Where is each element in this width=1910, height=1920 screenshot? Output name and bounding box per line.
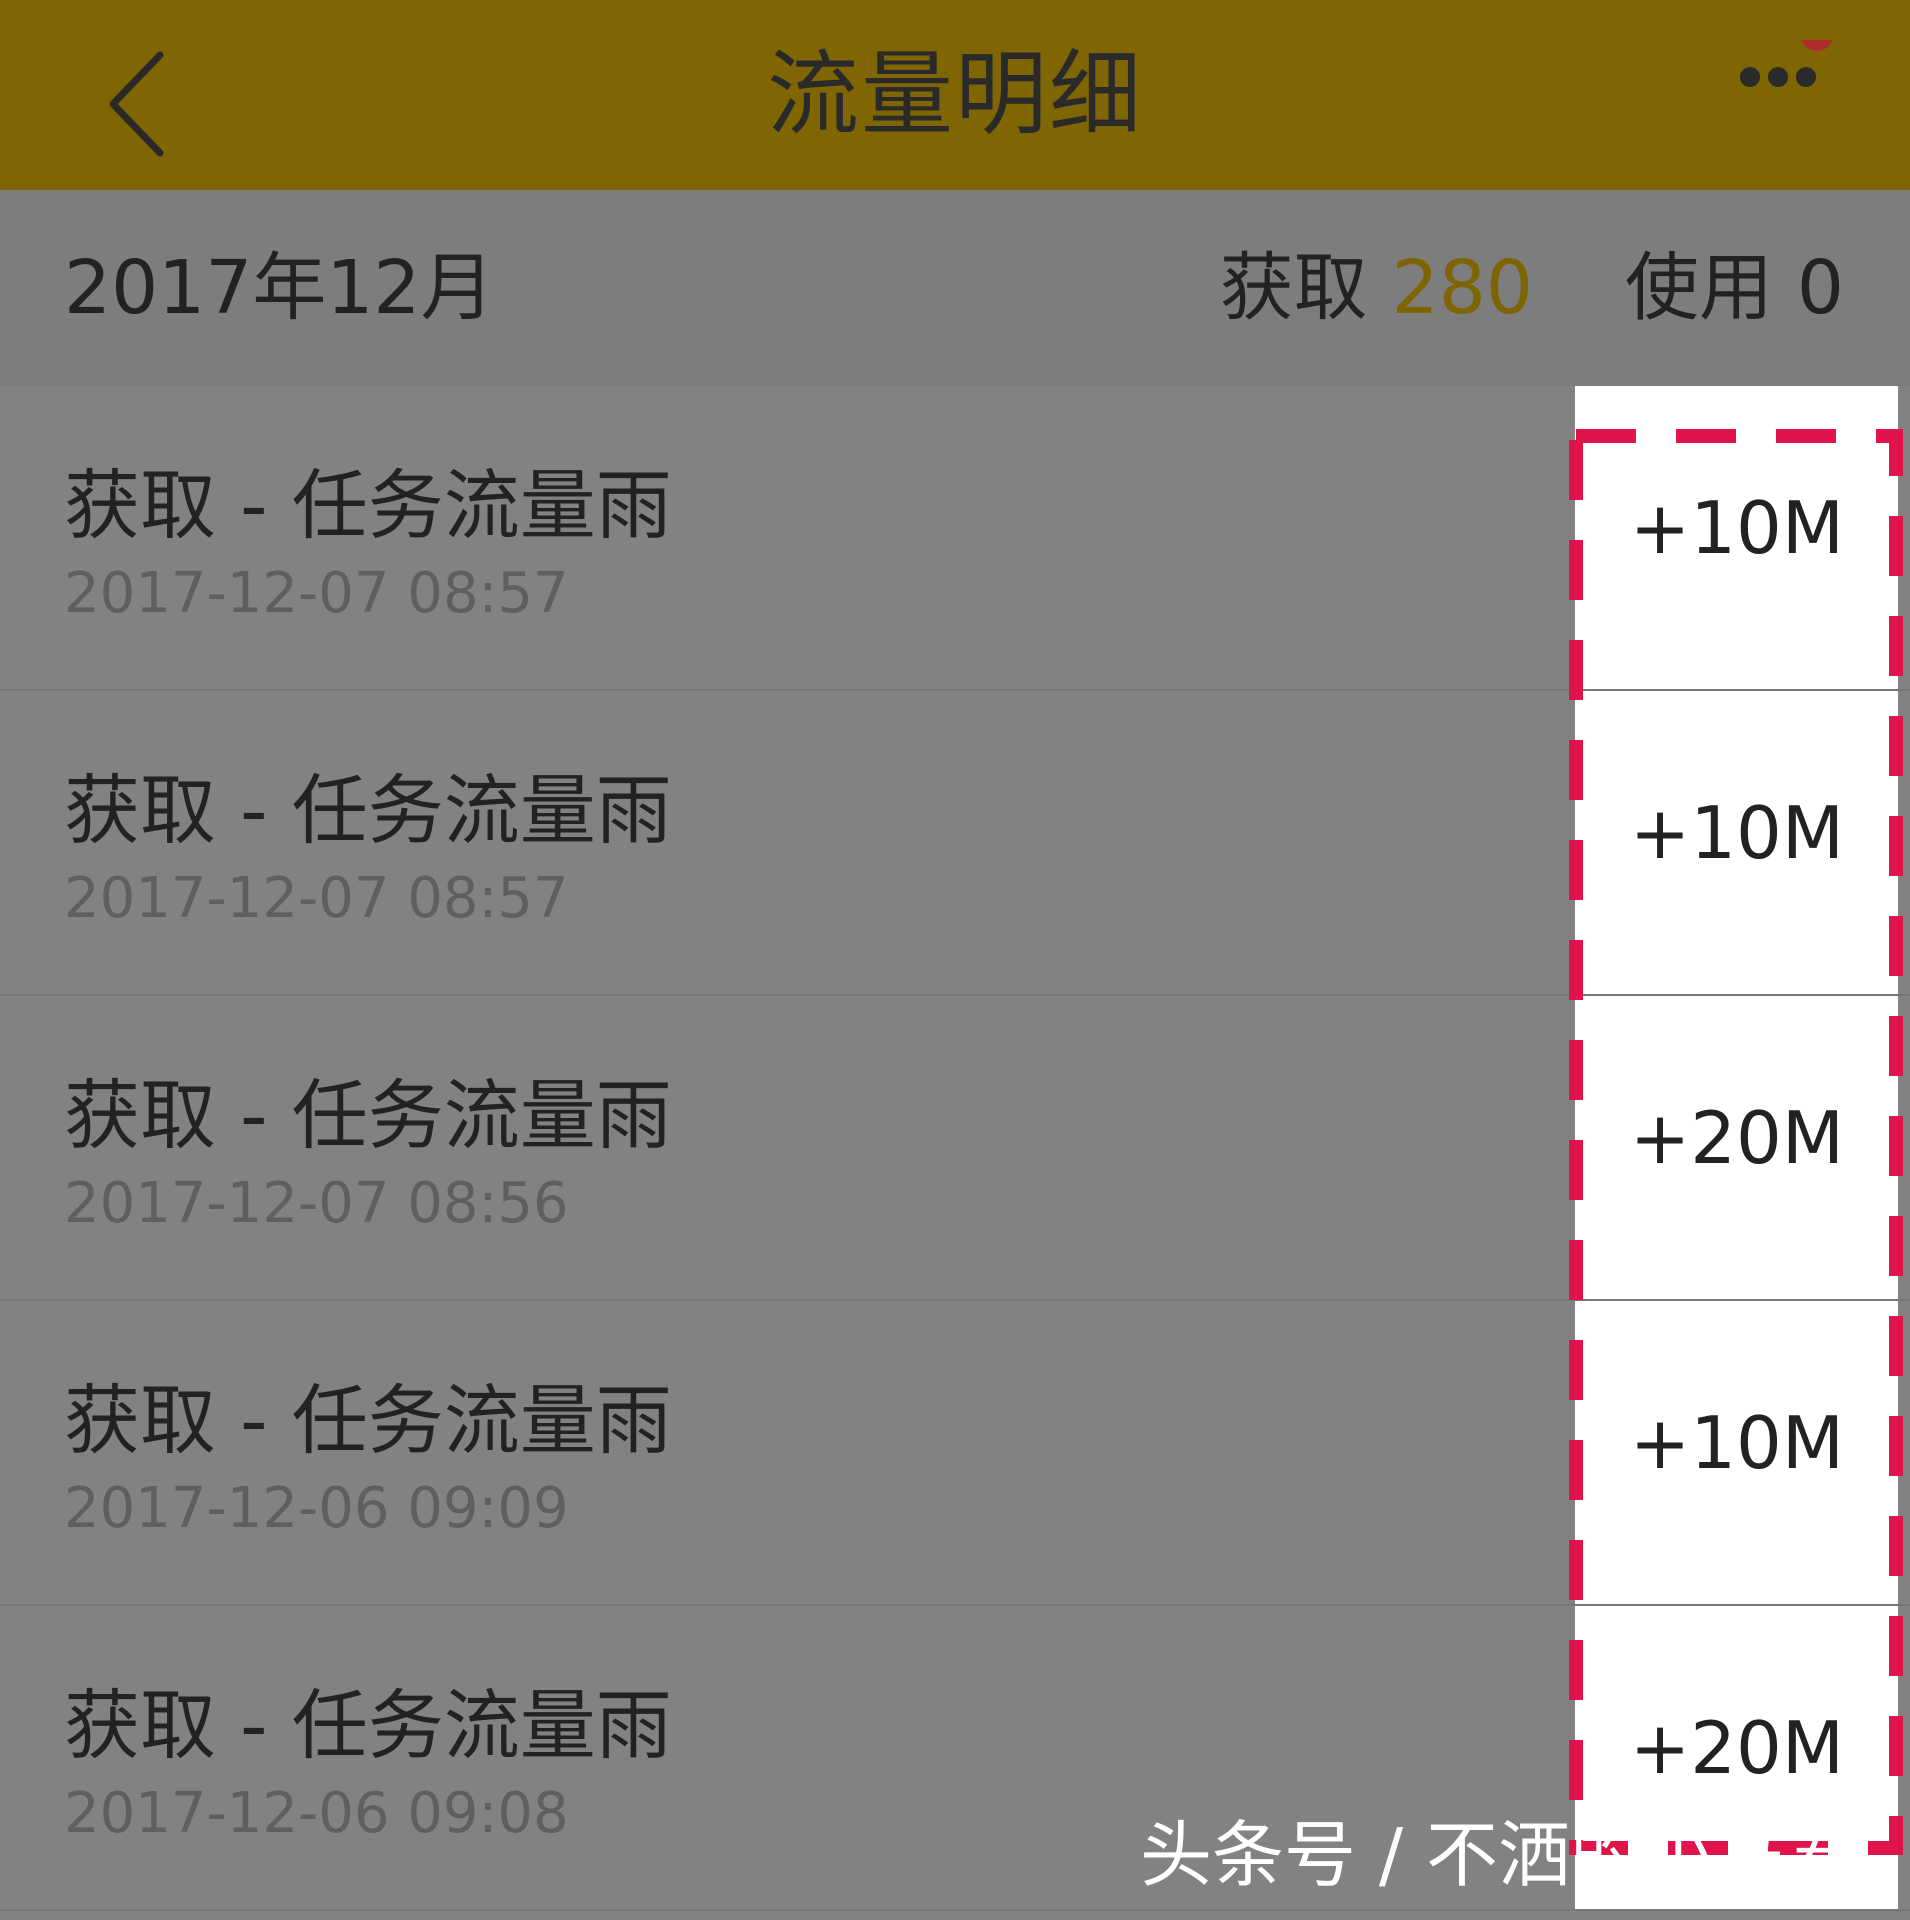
record-amount: +10M <box>1629 1401 1844 1485</box>
list-item[interactable]: 获取 - 任务流量雨 2017-12-07 08:57 +10M <box>0 691 1910 996</box>
page-title: 流量明细 <box>766 41 1143 148</box>
month-label: 2017年12月 <box>64 245 495 331</box>
record-time: 2017-12-06 09:09 <box>64 1476 569 1541</box>
record-amount: +20M <box>1629 1706 1844 1790</box>
used-label: 使用 <box>1624 245 1773 331</box>
amount-cell: +10M <box>1575 691 1898 994</box>
used-value: 0 <box>1796 245 1844 331</box>
top-bar: 流量明细 <box>0 0 1910 190</box>
list-item[interactable]: 获取 - 任务流量雨 2017-12-06 09:09 +10M <box>0 1301 1910 1606</box>
gain-label: 获取 <box>1219 245 1368 331</box>
record-title: 获取 - 任务流量雨 <box>64 461 672 550</box>
more-dots-icon <box>1740 19 1833 87</box>
amount-cell: +20M <box>1575 996 1898 1299</box>
record-title: 获取 - 任务流量雨 <box>64 1071 672 1160</box>
record-title: 获取 - 任务流量雨 <box>64 1681 672 1770</box>
record-amount: +10M <box>1629 486 1844 570</box>
record-time: 2017-12-07 08:57 <box>64 561 569 626</box>
gain-value: 280 <box>1391 245 1533 331</box>
watermark: 头条号 / 不洒的小马君 <box>1140 1813 1859 1897</box>
more-button[interactable] <box>1730 19 1840 120</box>
record-title: 获取 - 任务流量雨 <box>64 766 672 855</box>
list-item[interactable]: 获取 - 任务流量雨 2017-12-07 08:57 +10M <box>0 386 1910 691</box>
notification-dot-icon <box>1801 19 1833 51</box>
amount-cell: +10M <box>1575 386 1898 689</box>
list-item[interactable]: 获取 - 任务流量雨 2017-12-07 08:56 +20M <box>0 996 1910 1301</box>
record-time: 2017-12-07 08:56 <box>64 1171 569 1236</box>
record-amount: +10M <box>1629 791 1844 875</box>
amount-cell: +10M <box>1575 1301 1898 1604</box>
record-list: 获取 - 任务流量雨 2017-12-07 08:57 +10M 获取 - 任务… <box>0 386 1910 1920</box>
record-amount: +20M <box>1629 1096 1844 1180</box>
record-time: 2017-12-07 08:57 <box>64 866 569 931</box>
summary-stats: 获取 280 使用 0 <box>1220 190 1844 386</box>
record-title: 获取 - 任务流量雨 <box>64 1376 672 1465</box>
month-summary-bar: 2017年12月 获取 280 使用 0 <box>0 190 1910 386</box>
record-time: 2017-12-06 09:08 <box>64 1781 569 1846</box>
